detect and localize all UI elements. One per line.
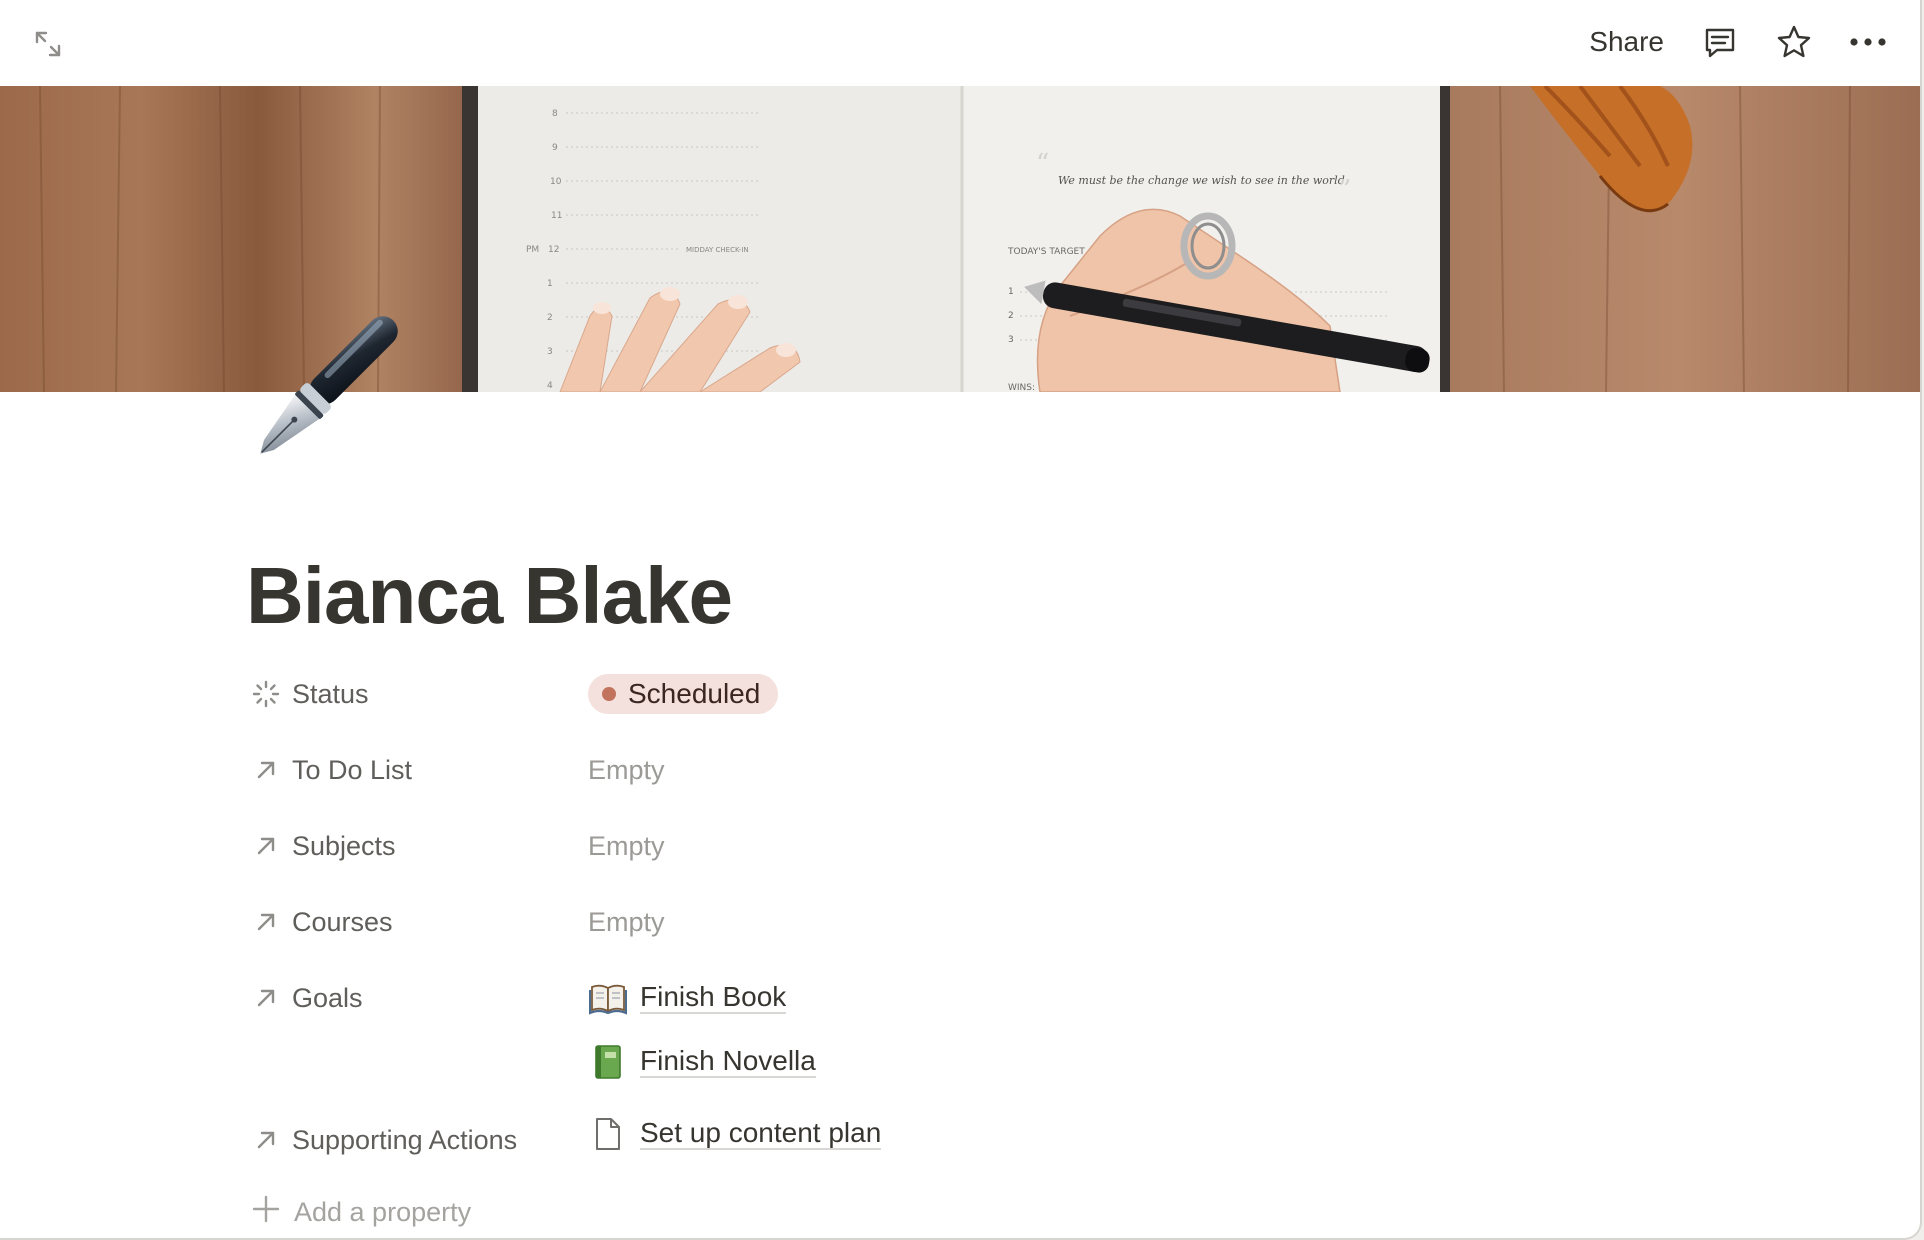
action-link-content-plan[interactable]: Set up content plan bbox=[588, 1110, 882, 1158]
svg-text:3: 3 bbox=[547, 347, 553, 357]
svg-text:2: 2 bbox=[547, 313, 553, 323]
property-name-status[interactable]: Status bbox=[250, 670, 369, 718]
svg-text:10: 10 bbox=[550, 177, 562, 187]
svg-text:4: 4 bbox=[547, 381, 553, 391]
property-label: Supporting Actions bbox=[292, 1124, 518, 1155]
notion-page-window: Share 8 9 10 11 PM 12 1 2 3 4 MIDDAY CHE… bbox=[0, 0, 1922, 1240]
svg-text:TODAY'S TARGET: TODAY'S TARGET bbox=[1007, 247, 1085, 257]
property-label: To Do List bbox=[292, 754, 413, 785]
top-bar: Share bbox=[0, 0, 1920, 86]
share-button[interactable]: Share bbox=[1583, 26, 1670, 58]
property-label: Goals bbox=[292, 982, 363, 1013]
svg-text:11: 11 bbox=[551, 211, 562, 221]
property-value-subjects: Empty bbox=[588, 822, 665, 870]
goal-link-finish-novella[interactable]: Finish Novella bbox=[588, 1038, 816, 1086]
property-value-courses: Empty bbox=[588, 898, 665, 946]
svg-text:We must be the change we wish: We must be the change we wish to see in … bbox=[1058, 174, 1348, 187]
svg-text:”: ” bbox=[1338, 175, 1351, 205]
property-value-goals: Finish Book Finish Novella bbox=[588, 974, 816, 1102]
svg-text:2: 2 bbox=[1008, 311, 1014, 321]
property-label: Status bbox=[292, 678, 369, 709]
property-name-todo[interactable]: To Do List bbox=[250, 746, 412, 794]
expand-arrows-icon[interactable] bbox=[28, 24, 68, 64]
relation-arrow-icon bbox=[250, 906, 282, 938]
empty-value[interactable]: Empty bbox=[588, 822, 665, 870]
relation-arrow-icon bbox=[250, 830, 282, 862]
add-property-label: Add a property bbox=[294, 1196, 472, 1227]
svg-text:MIDDAY CHECK-IN: MIDDAY CHECK-IN bbox=[686, 246, 749, 254]
property-name-courses[interactable]: Courses bbox=[250, 898, 393, 946]
property-label: Courses bbox=[292, 906, 393, 937]
plus-icon bbox=[250, 1193, 282, 1232]
empty-value[interactable]: Empty bbox=[588, 898, 665, 946]
status-label: Scheduled bbox=[628, 678, 761, 709]
empty-value[interactable]: Empty bbox=[588, 746, 665, 794]
status-badge[interactable]: Scheduled bbox=[588, 674, 779, 714]
svg-text:3: 3 bbox=[1008, 335, 1014, 345]
action-link-label: Set up content plan bbox=[640, 1117, 882, 1151]
goal-link-finish-book[interactable]: Finish Book bbox=[588, 974, 816, 1022]
goal-link-label: Finish Book bbox=[640, 981, 787, 1015]
svg-text:PM: PM bbox=[526, 245, 539, 255]
status-spinner-icon bbox=[250, 678, 282, 710]
more-dots-icon[interactable] bbox=[1844, 18, 1892, 66]
svg-text:1: 1 bbox=[547, 279, 553, 289]
goal-link-label: Finish Novella bbox=[640, 1045, 816, 1079]
fountain-pen-icon[interactable] bbox=[244, 300, 414, 470]
top-actions: Share bbox=[1583, 18, 1892, 66]
property-name-goals[interactable]: Goals bbox=[250, 974, 363, 1022]
page-title[interactable]: Bianca Blake bbox=[246, 556, 733, 636]
comment-icon[interactable] bbox=[1696, 18, 1744, 66]
svg-text:1: 1 bbox=[1008, 287, 1014, 297]
open-book-icon bbox=[588, 978, 628, 1018]
property-name-supporting-actions[interactable]: Supporting Actions bbox=[250, 1116, 517, 1164]
status-dot bbox=[602, 687, 616, 701]
green-book-icon bbox=[588, 1042, 628, 1082]
svg-text:WINS:: WINS: bbox=[1008, 383, 1035, 392]
svg-text:“: “ bbox=[1036, 149, 1049, 179]
page-icon bbox=[588, 1114, 628, 1154]
relation-arrow-icon bbox=[250, 754, 282, 786]
property-value-supporting-actions: Set up content plan bbox=[588, 1110, 882, 1174]
property-value-status: Scheduled bbox=[588, 670, 779, 714]
add-property-button[interactable]: Add a property bbox=[250, 1188, 471, 1236]
relation-arrow-icon bbox=[250, 1124, 282, 1156]
star-icon[interactable] bbox=[1770, 18, 1818, 66]
svg-text:8: 8 bbox=[552, 109, 558, 119]
svg-text:12: 12 bbox=[548, 245, 559, 255]
property-label: Subjects bbox=[292, 830, 396, 861]
svg-text:9: 9 bbox=[552, 143, 558, 153]
property-value-todo: Empty bbox=[588, 746, 665, 794]
property-name-subjects[interactable]: Subjects bbox=[250, 822, 396, 870]
relation-arrow-icon bbox=[250, 982, 282, 1014]
